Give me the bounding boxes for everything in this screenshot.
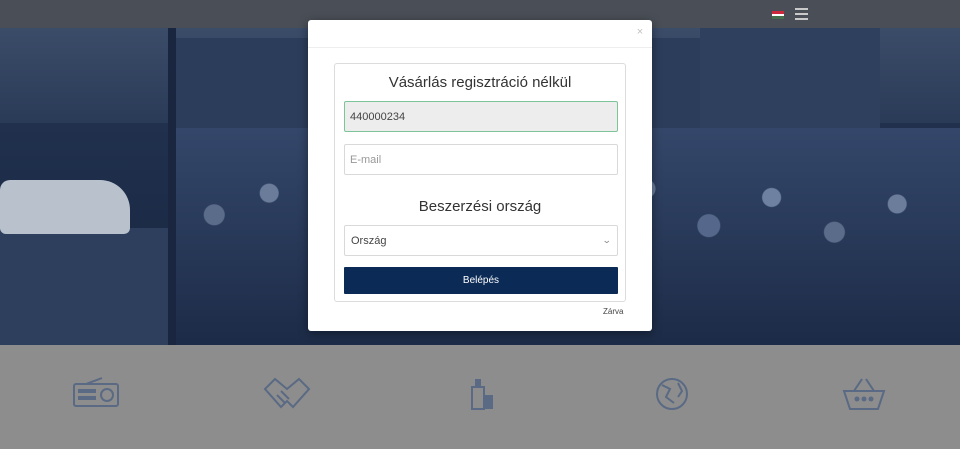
radio-icon xyxy=(73,377,119,407)
hungarian-flag-icon[interactable] xyxy=(772,11,784,20)
basket-icon xyxy=(842,378,886,410)
country-select-value: Ország xyxy=(351,234,387,247)
globe-icon xyxy=(656,378,688,410)
customer-code-input[interactable] xyxy=(344,101,618,132)
handshake-icon xyxy=(263,377,311,409)
close-icon[interactable]: × xyxy=(635,26,645,38)
purchase-modal: × Vásárlás regisztráció nélkül Beszerzés… xyxy=(308,20,652,331)
country-section-title: Beszerzési ország xyxy=(418,198,542,215)
features-strip xyxy=(0,345,960,449)
email-input[interactable] xyxy=(344,144,618,175)
login-button[interactable]: Belépés xyxy=(344,267,618,294)
close-link[interactable]: Zárva xyxy=(603,307,623,316)
form-title: Vásárlás regisztráció nélkül xyxy=(388,74,572,91)
bottles-icon xyxy=(471,379,493,410)
country-select[interactable]: Ország ⌄ xyxy=(344,225,618,256)
chevron-down-icon: ⌄ xyxy=(602,235,613,245)
hamburger-menu-icon[interactable] xyxy=(795,8,808,20)
modal-header-divider xyxy=(308,47,652,48)
form-card: Vásárlás regisztráció nélkül Beszerzési … xyxy=(334,63,626,302)
